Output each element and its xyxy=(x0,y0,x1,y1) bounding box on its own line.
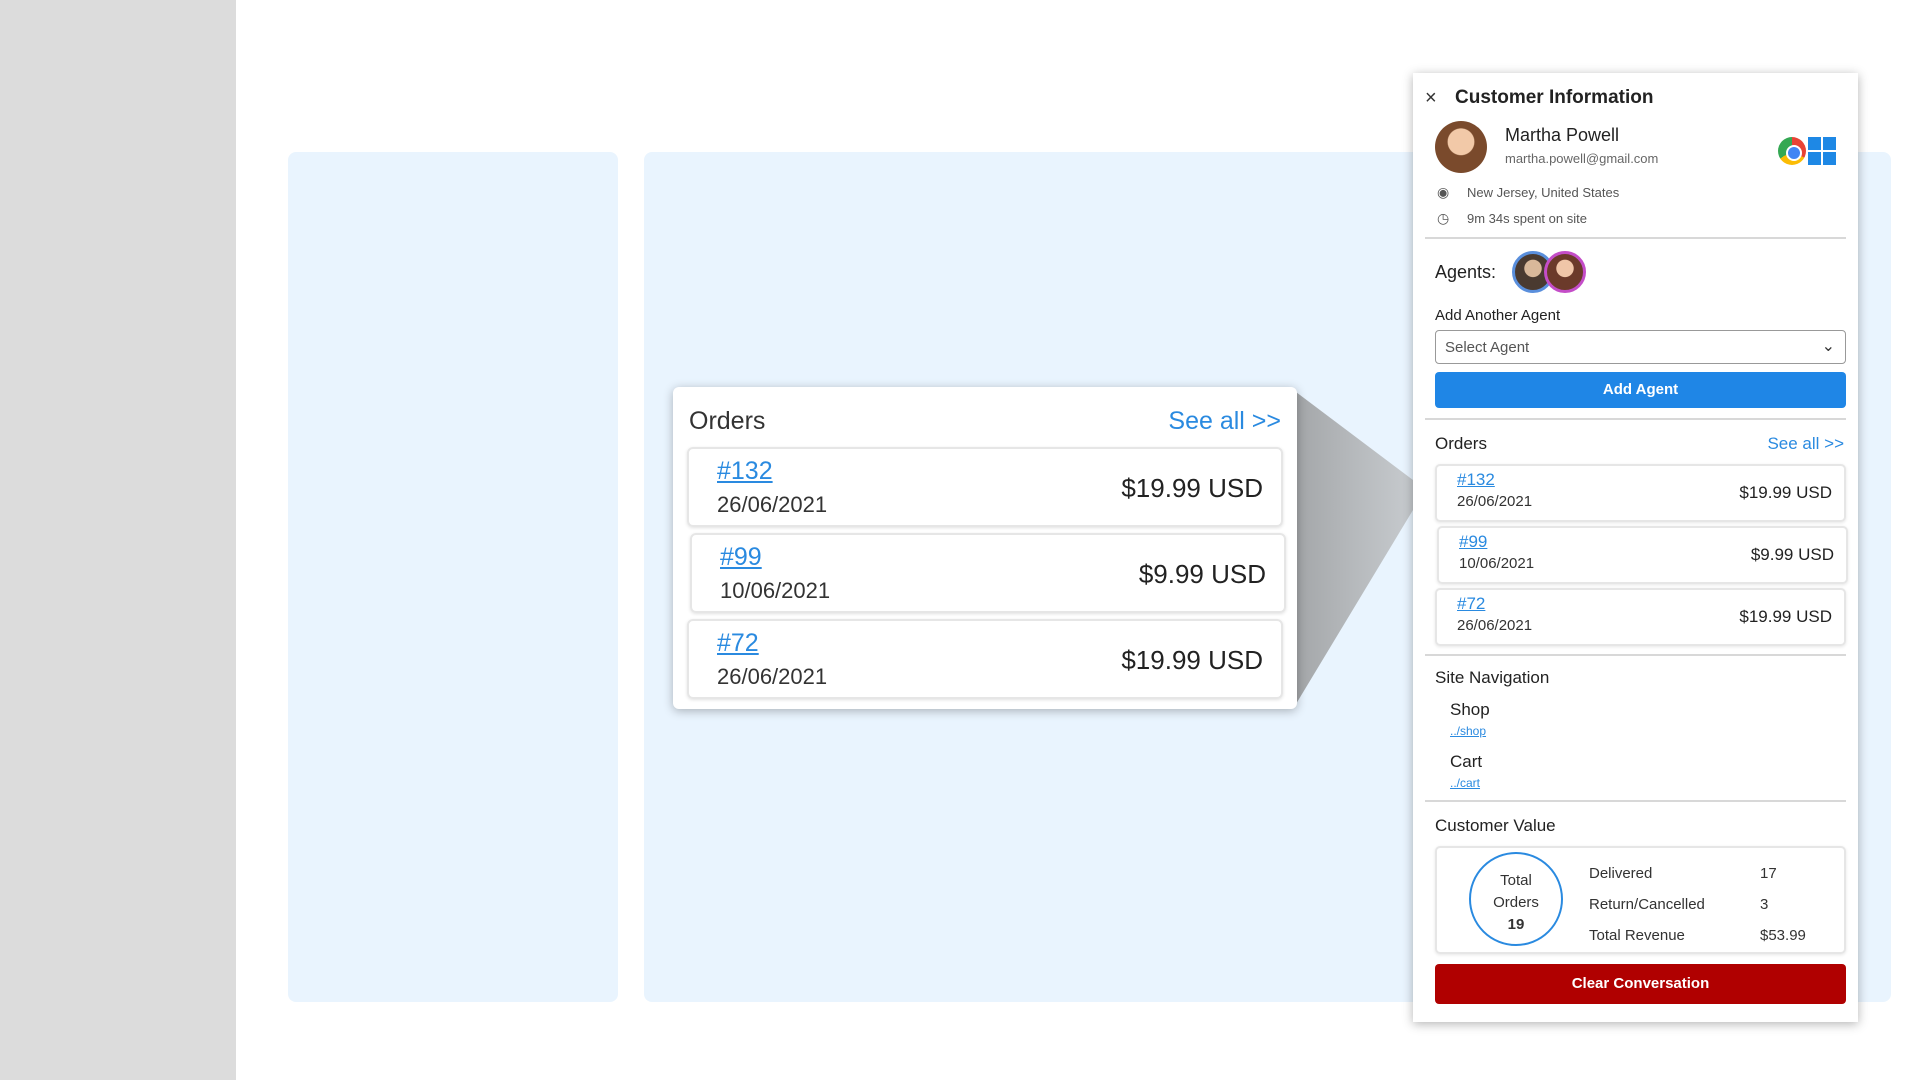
customer-time-row: ◷ 9m 34s spent on site xyxy=(1425,205,1846,231)
zoom-order-row[interactable]: #99 10/06/2021 $9.99 USD xyxy=(690,533,1286,613)
location-pin-icon: ◉ xyxy=(1437,183,1450,200)
customer-value-title: Customer Value xyxy=(1435,816,1556,835)
nav-item-name: Shop xyxy=(1450,700,1490,719)
customer-email: martha.powell@gmail.com xyxy=(1505,151,1659,166)
agent-select[interactable]: Select Agent ⌄ xyxy=(1435,330,1846,364)
nav-item-cart[interactable]: Cart ../cart xyxy=(1425,752,1846,790)
site-navigation-title: Site Navigation xyxy=(1435,668,1550,687)
zoom-see-all-link[interactable]: See all >> xyxy=(1168,407,1281,436)
nav-item-name: Cart xyxy=(1450,752,1483,771)
orders-zoom-callout: Orders See all >> #132 26/06/2021 $19.99… xyxy=(673,387,1297,709)
add-agent-label: Add Another Agent xyxy=(1435,307,1561,324)
agents-label: Agents: xyxy=(1435,261,1497,282)
nav-item-path-link[interactable]: ../cart xyxy=(1450,776,1846,790)
customer-location: New Jersey, United States xyxy=(1467,184,1620,200)
zoom-order-price: $19.99 USD xyxy=(1121,645,1263,675)
windows-icon xyxy=(1808,137,1836,165)
divider xyxy=(1425,418,1846,420)
zoom-orders-title: Orders xyxy=(689,406,766,435)
orders-header: Orders See all >> xyxy=(1425,426,1846,462)
agents-row: Agents: xyxy=(1425,239,1846,305)
divider xyxy=(1425,654,1846,656)
order-price: $19.99 USD xyxy=(1739,483,1832,502)
zoom-order-price: $9.99 USD xyxy=(1138,559,1266,589)
zoom-orders-header: Orders See all >> xyxy=(687,401,1283,441)
stat-row: Total Revenue $53.99 xyxy=(1589,920,1819,951)
order-row[interactable]: #99 10/06/2021 $9.99 USD xyxy=(1437,526,1848,584)
stat-label: Delivered xyxy=(1589,865,1653,882)
customer-value-stats: Delivered 17 Return/Cancelled 3 Total Re… xyxy=(1589,858,1819,951)
agent-avatar[interactable] xyxy=(1544,251,1587,293)
customer-location-row: ◉ New Jersey, United States xyxy=(1425,179,1846,205)
total-orders-circle: Total Orders 19 xyxy=(1469,852,1563,946)
order-row[interactable]: #72 26/06/2021 $19.99 USD xyxy=(1435,588,1846,646)
add-agent-button[interactable]: Add Agent xyxy=(1435,372,1846,408)
zoom-order-row[interactable]: #72 26/06/2021 $19.99 USD xyxy=(687,619,1283,699)
customer-name: Martha Powell xyxy=(1505,125,1620,145)
zoom-order-price: $19.99 USD xyxy=(1121,473,1263,503)
customer-profile: Martha Powell martha.powell@gmail.com xyxy=(1425,121,1846,179)
chevron-down-icon: ⌄ xyxy=(1821,338,1835,355)
stat-value: $53.99 xyxy=(1760,927,1806,944)
order-price: $19.99 USD xyxy=(1739,607,1832,626)
total-orders-label-line1: Total xyxy=(1500,872,1532,889)
orders-title: Orders xyxy=(1435,434,1487,453)
stat-value: 3 xyxy=(1760,896,1769,913)
stat-value: 17 xyxy=(1760,865,1777,882)
customer-avatar xyxy=(1435,121,1487,173)
close-icon[interactable]: × xyxy=(1425,87,1455,110)
stat-label: Total Revenue xyxy=(1589,927,1685,944)
nav-item-shop[interactable]: Shop ../shop xyxy=(1425,700,1846,738)
left-rail xyxy=(0,0,236,1080)
clock-icon: ◷ xyxy=(1437,209,1450,226)
background-panel-left xyxy=(288,152,618,1002)
stat-label: Return/Cancelled xyxy=(1589,896,1705,913)
nav-item-path-link[interactable]: ../shop xyxy=(1450,724,1846,738)
clear-conversation-button[interactable]: Clear Conversation xyxy=(1435,964,1846,1004)
see-all-orders-link[interactable]: See all >> xyxy=(1767,434,1846,454)
total-orders-label-line2: Orders xyxy=(1493,894,1539,911)
customer-value-box: Total Orders 19 Delivered 17 Return/Canc… xyxy=(1435,846,1846,954)
panel-title: Customer Information xyxy=(1455,87,1654,108)
panel-header: × Customer Information xyxy=(1425,73,1846,117)
agent-select-value: Select Agent xyxy=(1445,339,1530,356)
stat-row: Delivered 17 xyxy=(1589,858,1819,889)
order-price: $9.99 USD xyxy=(1750,545,1834,564)
order-row[interactable]: #132 26/06/2021 $19.99 USD xyxy=(1435,464,1846,522)
stat-row: Return/Cancelled 3 xyxy=(1589,889,1819,920)
customer-time-on-site: 9m 34s spent on site xyxy=(1467,210,1587,226)
chrome-icon xyxy=(1778,137,1806,165)
customer-information-panel: × Customer Information Martha Powell mar… xyxy=(1413,73,1858,1022)
divider xyxy=(1425,800,1846,802)
total-orders-value: 19 xyxy=(1507,916,1525,933)
zoom-order-row[interactable]: #132 26/06/2021 $19.99 USD xyxy=(687,447,1283,527)
